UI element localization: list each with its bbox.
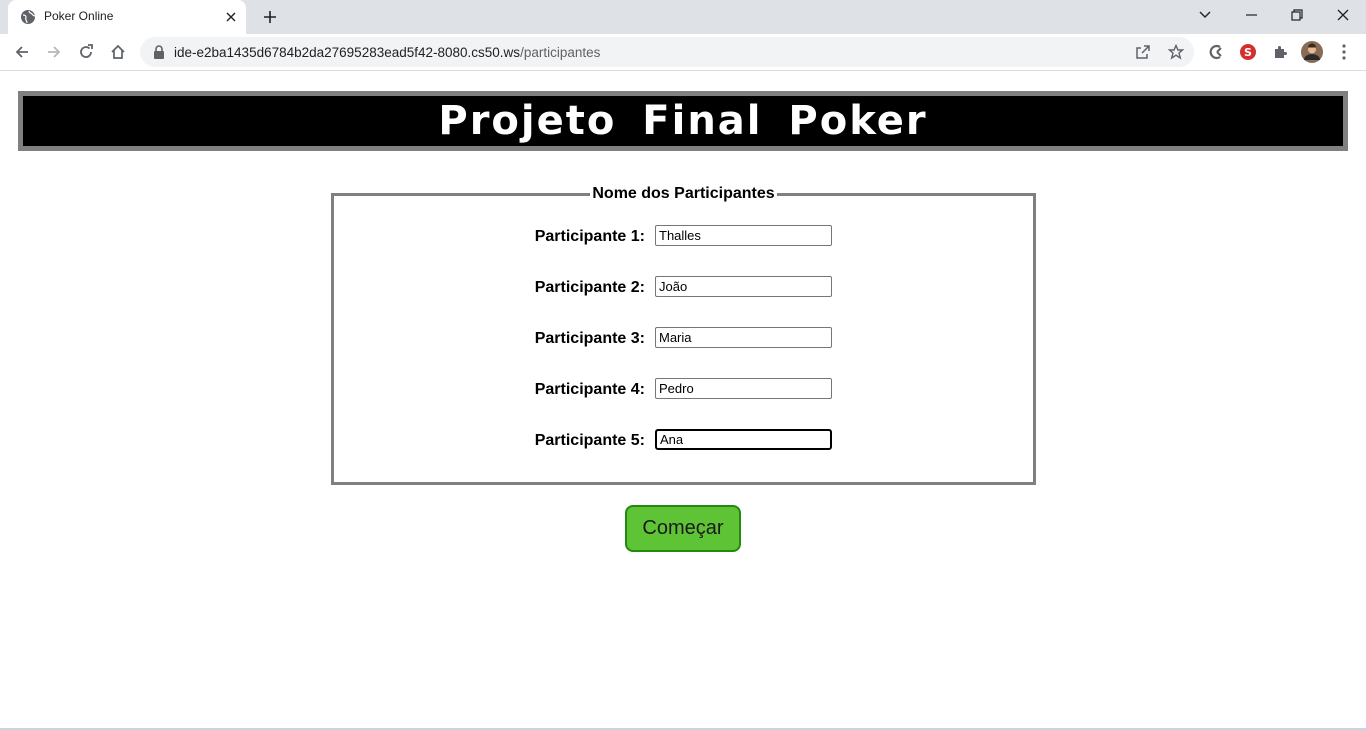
avatar[interactable] xyxy=(1301,41,1323,63)
browser-tab-strip: Poker Online xyxy=(0,0,1366,34)
puzzle-icon[interactable] xyxy=(1269,41,1291,63)
reload-icon[interactable] xyxy=(71,37,101,67)
back-icon[interactable] xyxy=(7,37,37,67)
close-tab-icon[interactable] xyxy=(222,8,240,26)
tab-title: Poker Online xyxy=(44,9,114,23)
menu-kebab-icon[interactable] xyxy=(1333,41,1355,63)
browser-toolbar: ide-e2ba1435d6784b2da27695283ead5f42-808… xyxy=(0,34,1366,71)
minimize-icon[interactable] xyxy=(1228,0,1274,30)
participant-row-1: Participante 1: xyxy=(334,225,1034,250)
participant-input-1[interactable] xyxy=(655,225,832,246)
url-text[interactable]: ide-e2ba1435d6784b2da27695283ead5f42-808… xyxy=(174,45,600,60)
fieldset-legend: Nome dos Participantes xyxy=(334,185,1033,203)
participant-label-4: Participante 4: xyxy=(534,381,645,398)
globe-icon xyxy=(20,9,36,25)
participant-row-4: Participante 4: xyxy=(334,378,1034,403)
page-banner: Projeto Final Poker xyxy=(18,91,1348,151)
participant-input-5[interactable] xyxy=(655,429,832,450)
bookmark-star-icon[interactable] xyxy=(1166,42,1186,62)
url-path: /participantes xyxy=(520,45,601,60)
participant-label-3: Participante 3: xyxy=(534,330,645,347)
share-icon[interactable] xyxy=(1133,42,1153,62)
legend-text: Nome dos Participantes xyxy=(590,185,777,202)
participants-fieldset: Nome dos Participantes Participante 1: P… xyxy=(331,185,1036,485)
extension-icon[interactable] xyxy=(1205,41,1227,63)
browser-tab[interactable]: Poker Online xyxy=(8,0,246,34)
address-bar[interactable]: ide-e2ba1435d6784b2da27695283ead5f42-808… xyxy=(140,37,1194,67)
participant-label-2: Participante 2: xyxy=(534,279,645,296)
lock-icon[interactable] xyxy=(153,45,165,59)
forward-icon[interactable] xyxy=(39,37,69,67)
participant-input-3[interactable] xyxy=(655,327,832,348)
new-tab-icon[interactable] xyxy=(258,5,282,29)
svg-text:S: S xyxy=(1244,46,1252,59)
participant-row-3: Participante 3: xyxy=(334,327,1034,352)
restore-icon[interactable] xyxy=(1274,0,1320,30)
participant-row-5: Participante 5: xyxy=(334,429,1034,454)
participant-input-4[interactable] xyxy=(655,378,832,399)
red-extension-icon[interactable]: S xyxy=(1237,41,1259,63)
page-title: Projeto Final Poker xyxy=(438,98,928,144)
participant-input-2[interactable] xyxy=(655,276,832,297)
participant-label-5: Participante 5: xyxy=(534,432,645,449)
home-icon[interactable] xyxy=(103,37,133,67)
close-window-icon[interactable] xyxy=(1320,0,1366,30)
tab-search-icon[interactable] xyxy=(1182,0,1228,30)
participant-label-1: Participante 1: xyxy=(534,228,645,245)
url-host: ide-e2ba1435d6784b2da27695283ead5f42-808… xyxy=(174,45,521,60)
participant-row-2: Participante 2: xyxy=(334,276,1034,301)
start-button[interactable]: Começar xyxy=(625,505,741,552)
